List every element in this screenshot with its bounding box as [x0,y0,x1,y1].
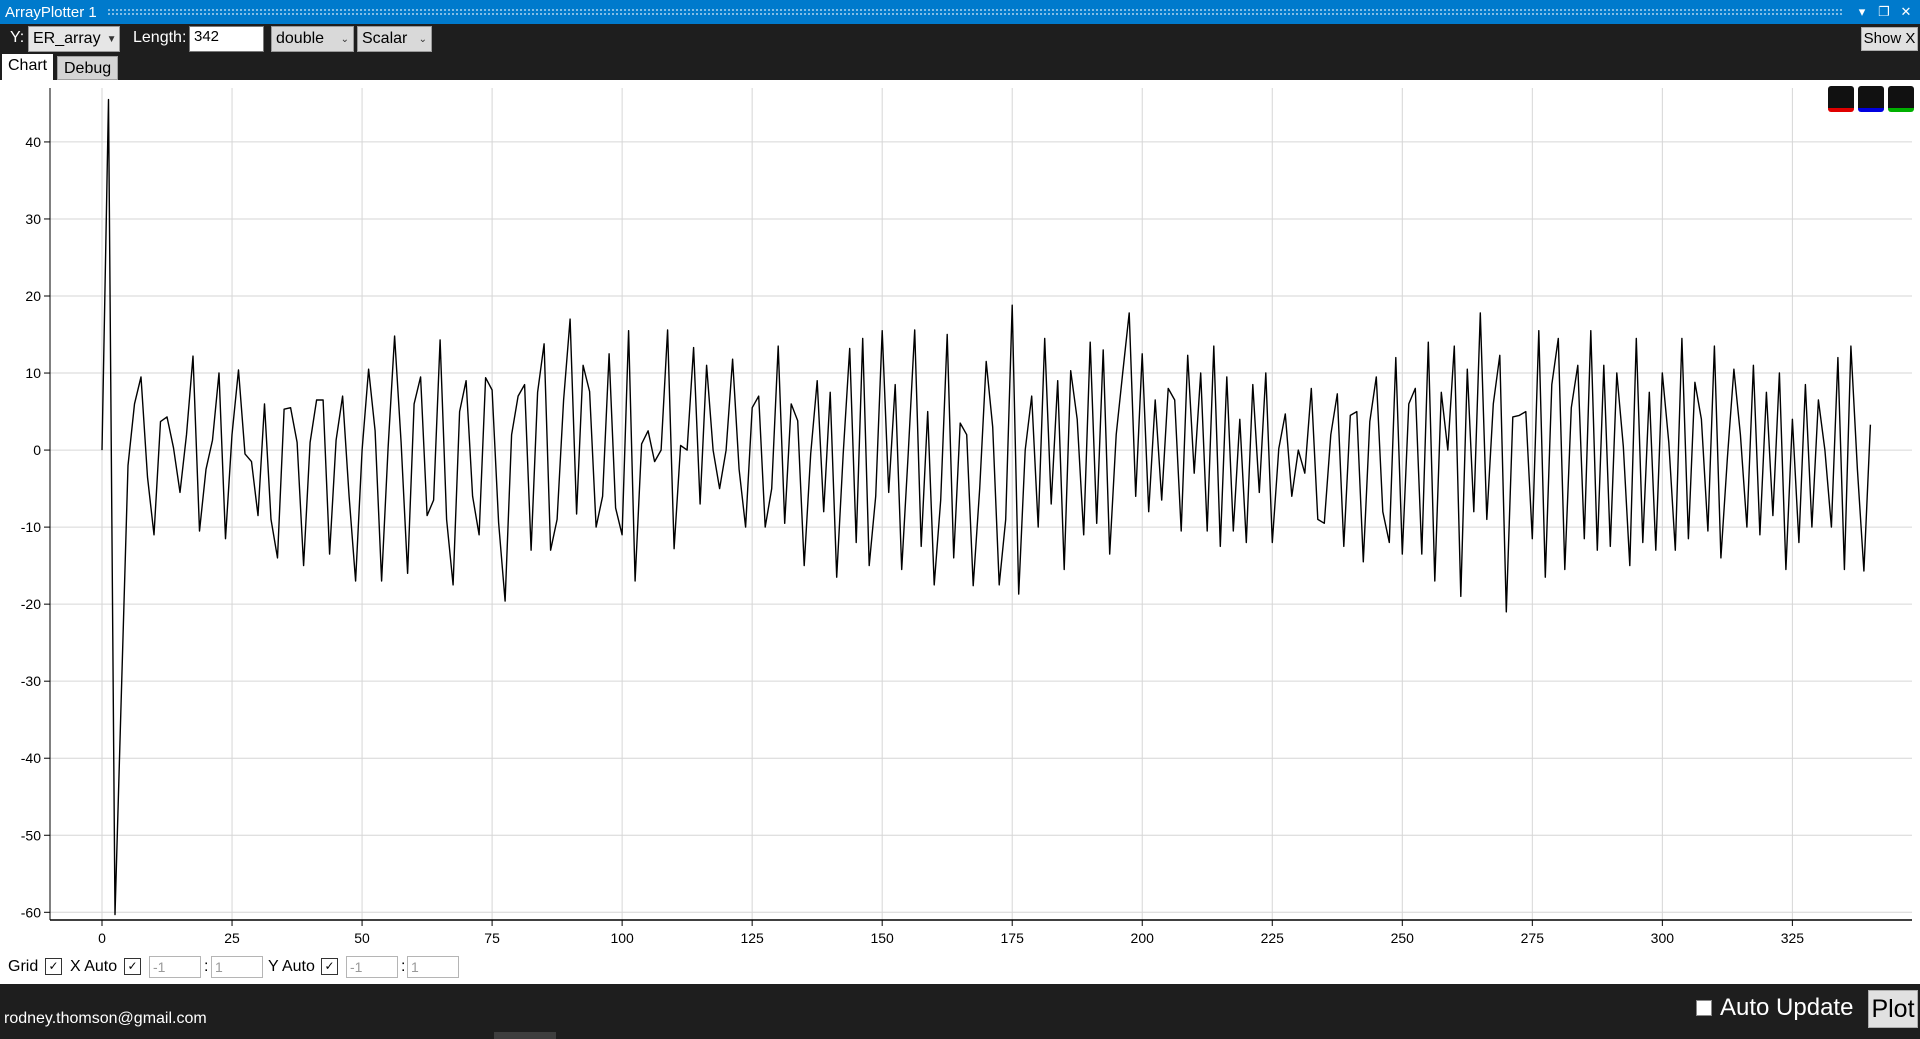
chevron-down-icon: ⌄ [340,33,349,45]
show-x-button[interactable]: Show X [1861,27,1918,51]
x-max-input[interactable]: 1 [211,956,263,978]
y-min-input[interactable]: -1 [346,956,398,978]
y-range-separator: : [401,958,406,975]
length-input[interactable]: 342 [189,26,264,52]
x-tick-label: 150 [870,930,894,946]
y-tick-label: 20 [25,288,41,304]
legend-color-0[interactable] [1828,86,1854,112]
grid-checkbox[interactable]: ✓ [45,958,62,975]
y-tick-label: 30 [25,211,41,227]
dropdown-arrow-icon: ▼ [106,33,117,45]
grid-label: Grid [8,958,39,975]
window-menu-icon[interactable]: ▾ [1854,4,1870,20]
length-label: Length: [133,29,187,46]
x-tick-label: 75 [484,930,500,946]
x-tick-label: 125 [740,930,764,946]
tab-strip: Chart Debug [0,54,1920,80]
x-tick-label: 225 [1261,930,1285,946]
tab-debug[interactable]: Debug [57,56,119,80]
x-tick-label: 250 [1391,930,1415,946]
status-bar: rodney.thomson@gmail.com Auto Update Plo… [0,984,1920,1039]
y-tick-label: -20 [21,596,41,612]
y-auto-checkbox[interactable]: ✓ [321,958,338,975]
x-tick-label: 175 [1001,930,1025,946]
legend-color-1[interactable] [1858,86,1884,112]
x-auto-checkbox[interactable]: ✓ [124,958,141,975]
x-tick-label: 25 [224,930,240,946]
mode-value: Scalar [362,30,408,47]
legend-color-2[interactable] [1888,86,1914,112]
axis-controls: Grid ✓ X Auto ✓ -1 : 1 Y Auto ✓ -1 : 1 [0,948,1920,984]
y-tick-label: 40 [25,134,41,150]
scrollbar-thumb[interactable] [494,1032,556,1039]
auto-update-label: Auto Update [1720,994,1854,1021]
y-tick-label: -10 [21,519,41,535]
tab-chart[interactable]: Chart [2,54,54,80]
y-max-input[interactable]: 1 [407,956,459,978]
auto-update-checkbox[interactable] [1696,1000,1712,1016]
x-tick-label: 0 [98,930,106,946]
plot-button[interactable]: Plot [1868,990,1918,1028]
x-range-separator: : [204,958,209,975]
author-email: rodney.thomson@gmail.com [4,1010,207,1027]
x-tick-label: 50 [354,930,370,946]
type-value: double [276,30,325,47]
y-tick-label: -50 [21,827,41,843]
y-tick-label: -40 [21,750,41,766]
y-label: Y: [10,29,25,46]
y-tick-label: 10 [25,365,41,381]
y-tick-label: -30 [21,673,41,689]
y-variable-value: ER_array [33,30,101,47]
x-auto-label: X Auto [70,958,118,975]
toolbar: Y: ER_array ▼ Length: 342 double ⌄ Scala… [0,24,1920,54]
y-variable-dropdown[interactable]: ER_array ▼ [28,26,120,52]
close-icon[interactable]: ✕ [1898,4,1914,20]
series-line-0 [101,98,1872,916]
line-chart[interactable]: 0 25 50 75 100 125 150 175 200 225 250 275 300 325403… [0,80,1920,948]
mode-dropdown[interactable]: Scalar ⌄ [357,26,432,52]
type-dropdown[interactable]: double ⌄ [271,26,354,52]
chart-panel: 0 25 50 75 100 125 150 175 200 225 250 275 300 325 40 3… [0,80,1920,984]
chevron-down-icon: ⌄ [418,33,427,45]
window-title: ArrayPlotter 1 [5,3,97,21]
y-tick-label: -60 [21,904,41,920]
y-auto-label: Y Auto [268,958,315,975]
title-bar: ArrayPlotter 1 ▾ ❐ ✕ [0,0,1920,24]
x-tick-label: 200 [1131,930,1155,946]
x-tick-label: 100 [610,930,634,946]
auto-update-toggle[interactable]: Auto Update [1696,994,1853,1022]
x-tick-label: 300 [1651,930,1675,946]
x-tick-label: 275 [1521,930,1545,946]
x-tick-label: 325 [1781,930,1805,946]
y-tick-label: 0 [33,442,41,458]
x-min-input[interactable]: -1 [149,956,201,978]
title-grip[interactable] [106,8,1844,16]
restore-icon[interactable]: ❐ [1876,4,1892,20]
